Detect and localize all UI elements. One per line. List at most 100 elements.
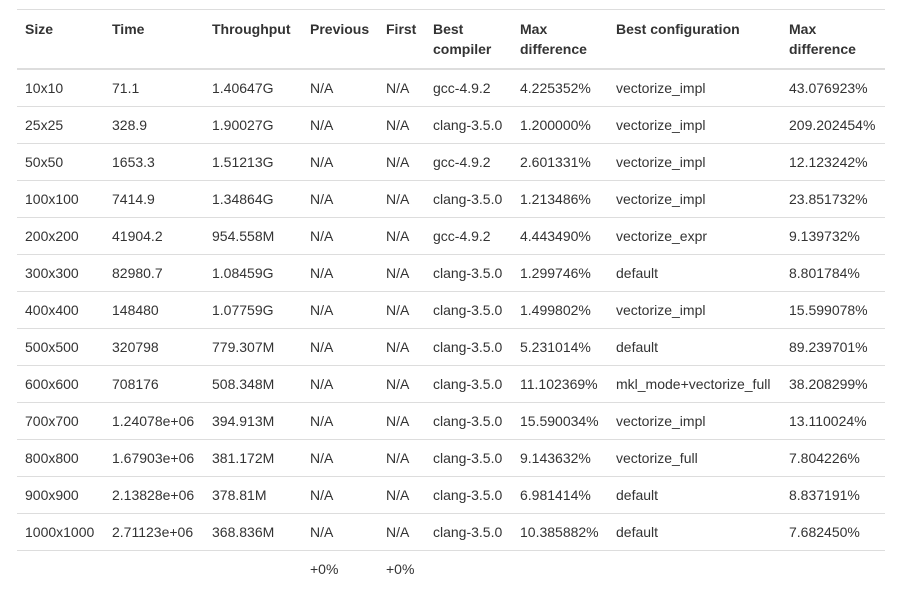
cell-size: 600x600 — [17, 365, 104, 403]
cell-max-difference: 1.499802% — [512, 291, 608, 329]
cell-max-difference: 1.200000% — [512, 106, 608, 144]
cell-best-compiler: clang-3.5.0 — [425, 365, 512, 403]
cell-best-compiler: clang-3.5.0 — [425, 328, 512, 366]
cell-previous: N/A — [302, 476, 378, 514]
cell-max-difference: 4.225352% — [520, 80, 591, 96]
cell-best-configuration: default — [608, 476, 781, 514]
cell-max-difference: 2.601331% — [512, 143, 608, 181]
table-header: Size Time Throughput Previous First Best comp… — [17, 9, 885, 70]
cell-best-configuration: vectorize_impl — [608, 291, 781, 329]
cell-max-difference-config: 23.851732% — [781, 180, 885, 218]
cell-size: 25x25 — [17, 106, 104, 144]
cell-max-difference: 10.385882% — [512, 513, 608, 551]
cell-size: 900x900 — [17, 476, 104, 514]
cell-max-difference: 9.143632% — [512, 439, 608, 477]
cell-max-difference-config: 8.837191% — [781, 476, 885, 514]
table-footer: +0% +0% — [17, 550, 885, 587]
cell-throughput: 1.51213G — [204, 143, 302, 181]
table-row: 500x500 320798 779.307M N/A N/A clang-3.5.0 5.… — [17, 328, 885, 366]
footer-cell-max-difference — [512, 550, 608, 587]
cell-previous: N/A — [302, 217, 378, 255]
cell-throughput: 508.348M — [204, 365, 302, 403]
cell-best-configuration: vectorize_impl — [608, 180, 781, 218]
benchmark-table: Size Time Throughput Previous First Best comp… — [17, 9, 885, 587]
column-header-size: Size — [17, 9, 104, 70]
cell-size: 800x800 — [17, 439, 104, 477]
cell-size: 400x400 — [17, 291, 104, 329]
cell-previous: N/A — [310, 80, 334, 96]
cell-first: N/A — [378, 513, 425, 551]
benchmark-table-container: Size Time Throughput Previous First Best comp… — [17, 9, 885, 587]
cell-first: N/A — [378, 439, 425, 477]
cell-previous: N/A — [302, 402, 378, 440]
cell-first: N/A — [378, 217, 425, 255]
cell-best-configuration: vectorize_impl — [608, 106, 781, 144]
cell-first: N/A — [378, 402, 425, 440]
cell-time: 1.67903e+06 — [104, 439, 204, 477]
cell-previous: N/A — [302, 328, 378, 366]
cell-previous: N/A — [302, 143, 378, 181]
cell-first: N/A — [378, 180, 425, 218]
cell-throughput: 1.90027G — [204, 106, 302, 144]
cell-best-compiler: clang-3.5.0 — [425, 402, 512, 440]
table-body: 10x10 71.1 1.40647G N/A N/A gcc-4.9.2 4.225352… — [17, 69, 885, 551]
cell-best-configuration: vectorize_impl — [608, 402, 781, 440]
cell-first: N/A — [386, 80, 410, 96]
cell-first: N/A — [378, 291, 425, 329]
footer-cell-max-difference-config — [781, 550, 885, 587]
cell-throughput: 779.307M — [204, 328, 302, 366]
footer-cell-time — [104, 550, 204, 587]
cell-best-compiler: clang-3.5.0 — [425, 439, 512, 477]
cell-best-compiler: clang-3.5.0 — [425, 291, 512, 329]
footer-cell-throughput — [204, 550, 302, 587]
footer-cell-first: +0% — [378, 550, 425, 587]
cell-max-difference-config: 89.239701% — [781, 328, 885, 366]
cell-best-configuration: default — [608, 254, 781, 292]
cell-size: 1000x1000 — [17, 513, 104, 551]
cell-first: N/A — [378, 143, 425, 181]
cell-best-configuration: vectorize_expr — [608, 217, 781, 255]
cell-best-compiler: gcc-4.9.2 — [433, 80, 491, 96]
cell-previous: N/A — [302, 291, 378, 329]
cell-best-compiler: clang-3.5.0 — [425, 180, 512, 218]
table-row: 400x400 148480 1.07759G N/A N/A clang-3.5.0 1.… — [17, 291, 885, 329]
cell-max-difference-config: 13.110024% — [781, 402, 885, 440]
cell-max-difference-config: 15.599078% — [781, 291, 885, 329]
cell-max-difference: 1.299746% — [512, 254, 608, 292]
cell-max-difference: 11.102369% — [512, 365, 608, 403]
column-header-first: First — [378, 9, 425, 70]
cell-time: 708176 — [104, 365, 204, 403]
cell-max-difference-config: 43.076923% — [789, 80, 868, 96]
cell-throughput: 368.836M — [204, 513, 302, 551]
footer-cell-previous: +0% — [302, 550, 378, 587]
cell-first: N/A — [378, 254, 425, 292]
cell-size: 700x700 — [17, 402, 104, 440]
cell-time: 7414.9 — [104, 180, 204, 218]
cell-previous: N/A — [302, 106, 378, 144]
table-row: 300x300 82980.7 1.08459G N/A N/A clang-3.5.0 1… — [17, 254, 885, 292]
cell-max-difference-config: 9.139732% — [781, 217, 885, 255]
column-header-max-difference: Max difference — [512, 9, 608, 70]
header-row: Size Time Throughput Previous First Best comp… — [17, 9, 885, 70]
cell-throughput: 394.913M — [204, 402, 302, 440]
cell-first: N/A — [378, 476, 425, 514]
cell-best-configuration: default — [608, 513, 781, 551]
cell-max-difference: 6.981414% — [512, 476, 608, 514]
cell-time: 320798 — [104, 328, 204, 366]
table-row: 800x800 1.67903e+06 381.172M N/A N/A clang-3.… — [17, 439, 885, 477]
cell-best-compiler: clang-3.5.0 — [425, 476, 512, 514]
cell-max-difference: 4.443490% — [512, 217, 608, 255]
table-row: 100x100 7414.9 1.34864G N/A N/A clang-3.5.0 1.… — [17, 180, 885, 218]
cell-previous: N/A — [302, 513, 378, 551]
cell-size: 100x100 — [17, 180, 104, 218]
cell-best-configuration: mkl_mode+vectorize_full — [608, 365, 781, 403]
table-row: 900x900 2.13828e+06 378.81M N/A N/A clang-3.5… — [17, 476, 885, 514]
cell-throughput: 381.172M — [204, 439, 302, 477]
column-header-previous: Previous — [302, 9, 378, 70]
table-row: 10x10 71.1 1.40647G N/A N/A gcc-4.9.2 4.225352… — [17, 69, 885, 107]
footer-cell-best-compiler — [425, 550, 512, 587]
cell-time: 82980.7 — [104, 254, 204, 292]
column-header-time: Time — [104, 9, 204, 70]
cell-first: N/A — [378, 365, 425, 403]
cell-best-compiler: clang-3.5.0 — [425, 513, 512, 551]
